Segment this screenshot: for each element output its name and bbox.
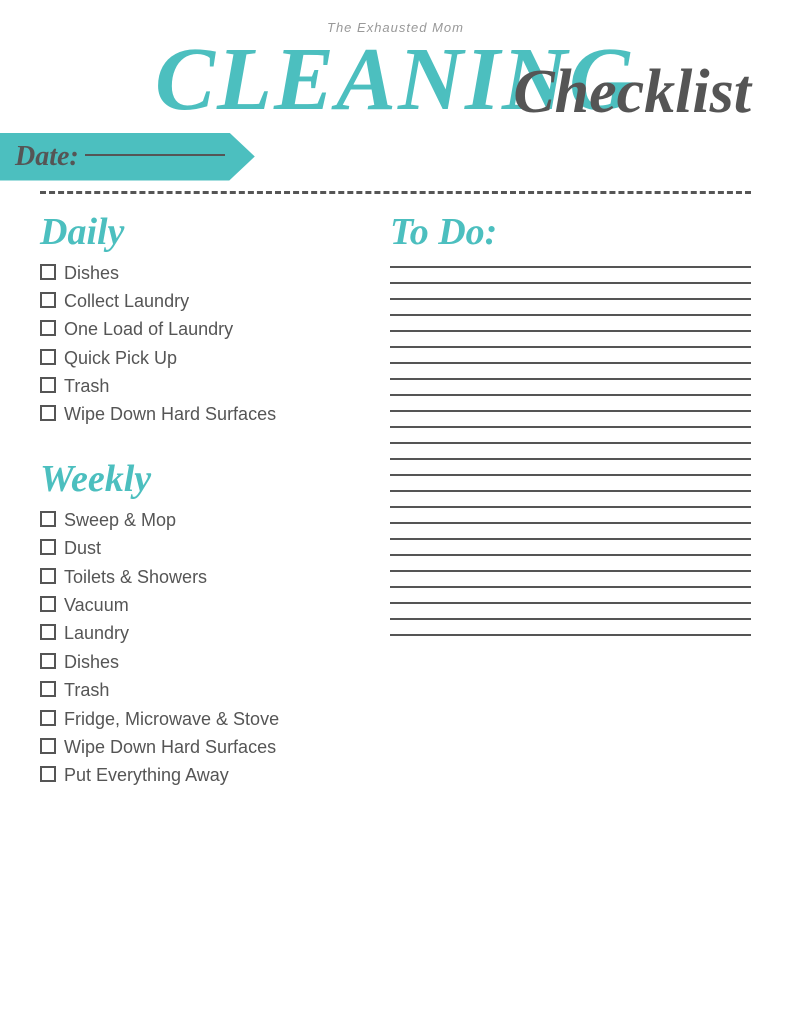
- weekly-item: Toilets & Showers: [40, 566, 360, 589]
- right-column: To Do:: [390, 210, 751, 818]
- checkbox[interactable]: [40, 320, 56, 336]
- section-divider: [40, 191, 751, 194]
- todo-line: [390, 506, 751, 508]
- todo-line: [390, 266, 751, 268]
- weekly-item: Fridge, Microwave & Stove: [40, 708, 360, 731]
- weekly-item: Sweep & Mop: [40, 509, 360, 532]
- daily-item: One Load of Laundry: [40, 318, 360, 341]
- weekly-item: Dust: [40, 537, 360, 560]
- todo-lines: [390, 266, 751, 636]
- weekly-heading: Weekly: [40, 457, 360, 501]
- todo-line: [390, 362, 751, 364]
- todo-line: [390, 586, 751, 588]
- todo-line: [390, 602, 751, 604]
- checkbox[interactable]: [40, 710, 56, 726]
- todo-line: [390, 330, 751, 332]
- checkbox[interactable]: [40, 738, 56, 754]
- checkbox[interactable]: [40, 568, 56, 584]
- weekly-item: Laundry: [40, 622, 360, 645]
- item-label: Laundry: [64, 622, 129, 645]
- item-label: Dishes: [64, 262, 119, 285]
- item-label: Trash: [64, 375, 109, 398]
- date-underline: [85, 154, 225, 156]
- checkbox[interactable]: [40, 292, 56, 308]
- todo-line: [390, 426, 751, 428]
- item-label: One Load of Laundry: [64, 318, 233, 341]
- title-row: Cleaning Checklist: [40, 37, 751, 123]
- todo-line: [390, 538, 751, 540]
- todo-line: [390, 570, 751, 572]
- checkbox[interactable]: [40, 681, 56, 697]
- item-label: Quick Pick Up: [64, 347, 177, 370]
- todo-line: [390, 458, 751, 460]
- todo-line: [390, 618, 751, 620]
- daily-checklist: Dishes Collect Laundry One Load of Laundry…: [40, 262, 360, 427]
- item-label: Trash: [64, 679, 109, 702]
- item-label: Fridge, Microwave & Stove: [64, 708, 279, 731]
- todo-line: [390, 410, 751, 412]
- checkbox[interactable]: [40, 405, 56, 421]
- todo-line: [390, 490, 751, 492]
- todo-line: [390, 474, 751, 476]
- item-label: Dust: [64, 537, 101, 560]
- item-label: Vacuum: [64, 594, 129, 617]
- item-label: Wipe Down Hard Surfaces: [64, 403, 276, 426]
- left-column: Daily Dishes Collect Laundry One Load of L…: [40, 210, 360, 818]
- checkbox[interactable]: [40, 653, 56, 669]
- weekly-section: Weekly Sweep & Mop Dust Toilets & Showers V…: [40, 457, 360, 788]
- todo-line: [390, 378, 751, 380]
- todo-line: [390, 282, 751, 284]
- item-label: Collect Laundry: [64, 290, 189, 313]
- daily-item: Wipe Down Hard Surfaces: [40, 403, 360, 426]
- item-label: Put Everything Away: [64, 764, 229, 787]
- todo-heading: To Do:: [390, 210, 751, 254]
- daily-heading: Daily: [40, 210, 360, 254]
- page: The Exhausted Mom Cleaning Checklist Dat…: [0, 0, 791, 1024]
- header: The Exhausted Mom Cleaning Checklist: [40, 20, 751, 123]
- weekly-checklist: Sweep & Mop Dust Toilets & Showers Vacuum La…: [40, 509, 360, 788]
- checkbox[interactable]: [40, 511, 56, 527]
- daily-item: Dishes: [40, 262, 360, 285]
- checklist-title: Checklist: [513, 61, 751, 123]
- todo-line: [390, 346, 751, 348]
- todo-line: [390, 314, 751, 316]
- weekly-item: Vacuum: [40, 594, 360, 617]
- item-label: Dishes: [64, 651, 119, 674]
- item-label: Sweep & Mop: [64, 509, 176, 532]
- item-label: Wipe Down Hard Surfaces: [64, 736, 276, 759]
- date-label: Date:: [15, 141, 79, 173]
- main-content: Daily Dishes Collect Laundry One Load of L…: [40, 210, 751, 818]
- item-label: Toilets & Showers: [64, 566, 207, 589]
- todo-line: [390, 298, 751, 300]
- todo-line: [390, 554, 751, 556]
- todo-line: [390, 522, 751, 524]
- checkbox[interactable]: [40, 539, 56, 555]
- todo-line: [390, 442, 751, 444]
- daily-item: Collect Laundry: [40, 290, 360, 313]
- weekly-item: Trash: [40, 679, 360, 702]
- checkbox[interactable]: [40, 377, 56, 393]
- date-banner: Date:: [0, 133, 255, 181]
- todo-line: [390, 394, 751, 396]
- date-row: Date:: [40, 133, 751, 181]
- weekly-item: Put Everything Away: [40, 764, 360, 787]
- checkbox[interactable]: [40, 349, 56, 365]
- checkbox[interactable]: [40, 624, 56, 640]
- checkbox[interactable]: [40, 264, 56, 280]
- checkbox[interactable]: [40, 596, 56, 612]
- todo-line: [390, 634, 751, 636]
- weekly-item: Wipe Down Hard Surfaces: [40, 736, 360, 759]
- daily-item: Quick Pick Up: [40, 347, 360, 370]
- checkbox[interactable]: [40, 766, 56, 782]
- weekly-item: Dishes: [40, 651, 360, 674]
- daily-item: Trash: [40, 375, 360, 398]
